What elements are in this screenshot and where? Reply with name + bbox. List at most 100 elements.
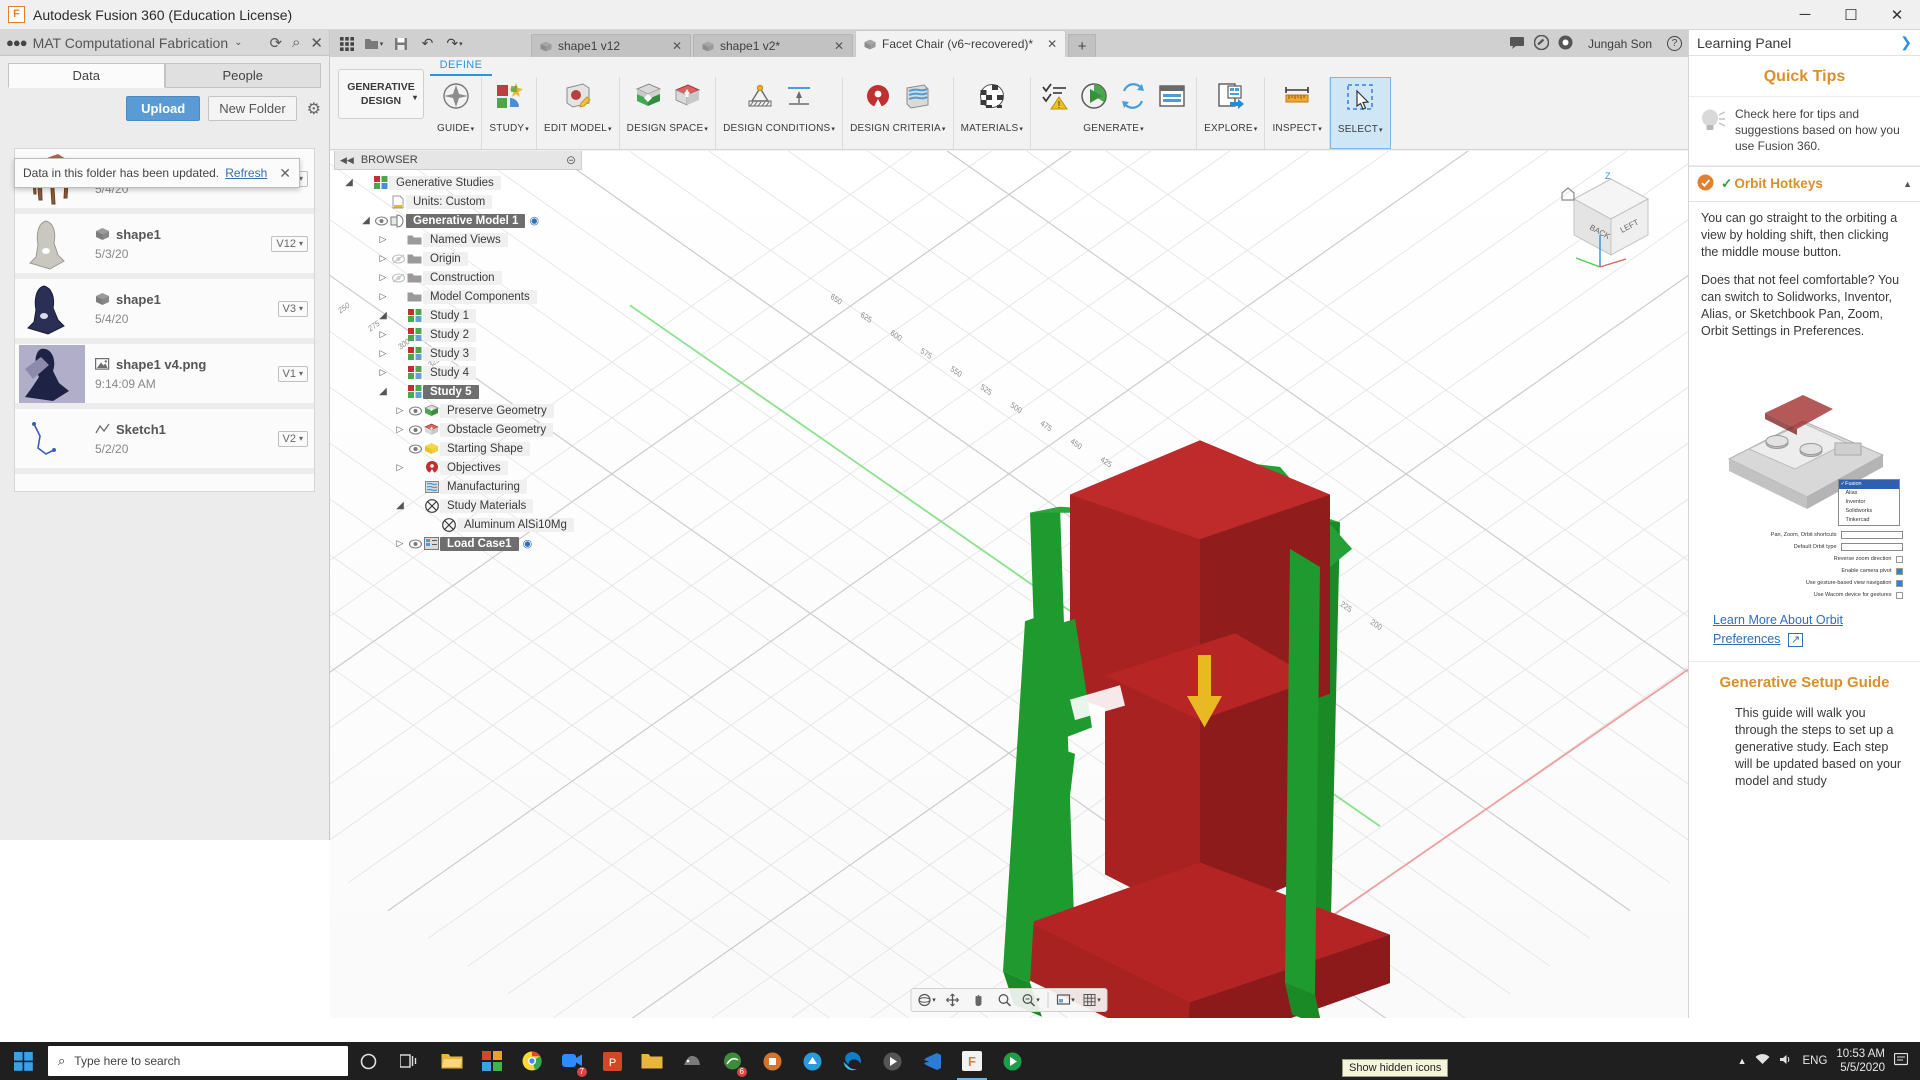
preferences-checkbox[interactable]	[1895, 591, 1903, 599]
taskbar-app-media-player[interactable]	[872, 1042, 912, 1080]
windows-start-button[interactable]	[0, 1042, 46, 1080]
expand-arrow-closed[interactable]: ▷	[376, 253, 390, 264]
close-tab-icon[interactable]: ✕	[1039, 37, 1057, 51]
expand-arrow-closed[interactable]: ▷	[376, 234, 390, 245]
ribbon-group-guide[interactable]: GUIDE▾	[430, 77, 483, 149]
ribbon-group-inspect[interactable]: INSPECT▾	[1265, 77, 1330, 149]
workspace-switcher-button[interactable]: GENERATIVE DESIGN ▾	[338, 69, 424, 119]
document-tab[interactable]: shape1 v12 ✕	[531, 34, 691, 57]
browser-tree-item[interactable]: ▷ Construction	[334, 268, 582, 287]
browser-tree-item[interactable]: ▷ Objectives	[334, 458, 582, 477]
expand-arrow-closed[interactable]: ▷	[376, 367, 390, 378]
taskbar-app-grasshopper[interactable]: 6	[712, 1042, 752, 1080]
show-hidden-icons-button[interactable]: ▲	[1738, 1056, 1747, 1066]
learn-more-line1[interactable]: Learn More About Orbit	[1713, 613, 1843, 627]
expand-arrow-closed[interactable]: ▷	[376, 348, 390, 359]
pan-icon[interactable]	[941, 990, 965, 1010]
taskbar-app-google-chrome[interactable]	[512, 1042, 552, 1080]
chevron-down-icon[interactable]: ▾	[942, 126, 946, 133]
job-status-icon[interactable]	[1155, 79, 1189, 113]
expand-arrow-closed[interactable]: ▷	[376, 272, 390, 283]
collapse-panel-icon[interactable]: ❯	[1900, 34, 1912, 51]
taskbar-app-cura[interactable]	[792, 1042, 832, 1080]
action-center-icon[interactable]	[1893, 1052, 1909, 1069]
user-name[interactable]: Jungah Son	[1582, 37, 1658, 51]
ribbon-group-edit-model[interactable]: EDIT MODEL▾	[537, 77, 620, 149]
expand-arrow-closed[interactable]: ▷	[393, 538, 407, 549]
search-icon[interactable]: ⌕	[292, 34, 300, 51]
maximize-button[interactable]: ☐	[1828, 0, 1874, 30]
orbit-hotkeys-header[interactable]: ✓ Orbit Hotkeys ▲	[1689, 166, 1920, 202]
explore-icon[interactable]	[1214, 79, 1248, 113]
dropdown-option[interactable]: ✓Fusion	[1838, 480, 1899, 489]
visibility-eye-icon[interactable]	[407, 443, 423, 454]
ribbon-group-select[interactable]: SELECT▾	[1329, 77, 1391, 149]
close-panel-icon[interactable]: ✕	[310, 34, 323, 52]
browser-tree-item[interactable]: Manufacturing	[334, 477, 582, 496]
task-view-icon[interactable]	[388, 1042, 428, 1080]
browser-tree-item[interactable]: ▷ Origin	[334, 249, 582, 268]
cad-viewport[interactable]: 650 625 600 575 550 525 500 475 450 425 …	[330, 151, 1688, 1018]
chevron-down-icon[interactable]: ⌄	[234, 37, 242, 48]
new-tab-button[interactable]: +	[1068, 34, 1097, 57]
taskbar-app-rhino[interactable]	[672, 1042, 712, 1080]
visibility-eye-icon[interactable]	[373, 215, 389, 226]
taskbar-app-vscode[interactable]	[912, 1042, 952, 1080]
taskbar-app-folder[interactable]	[632, 1042, 672, 1080]
ribbon-tab-define[interactable]: DEFINE	[430, 59, 492, 71]
upload-button[interactable]: Upload	[126, 96, 201, 121]
browser-tree-item[interactable]: ◢ Generative Model 1 ◉	[334, 211, 582, 230]
undo-icon[interactable]: ↶	[415, 33, 440, 55]
chevron-down-icon[interactable]: ▾	[413, 91, 417, 105]
expand-arrow-closed[interactable]: ▷	[393, 462, 407, 473]
expand-arrow-open[interactable]: ◢	[376, 310, 390, 321]
gear-icon[interactable]: ⚙	[307, 99, 321, 119]
chevron-down-icon[interactable]: ▾	[1379, 127, 1383, 134]
list-item[interactable]: shape1 5/3/20 V12 ▾	[15, 214, 314, 279]
orbit-icon[interactable]	[915, 990, 939, 1010]
browser-tree-item[interactable]: ◢ Study 5	[334, 382, 582, 401]
browser-tree-item[interactable]: ◢ Study Materials	[334, 496, 582, 515]
study-materials-icon[interactable]	[975, 79, 1009, 113]
list-item[interactable]: shape1 v4.png 9:14:09 AM V1 ▾	[15, 344, 314, 409]
browser-tree-item[interactable]: ◢ Generative Studies	[334, 173, 582, 192]
taskbar-app-zoom[interactable]: 7	[552, 1042, 592, 1080]
tree-item-badge[interactable]: ◉	[523, 537, 533, 550]
visibility-eye-icon[interactable]	[407, 538, 423, 549]
taskbar-app-edge[interactable]	[832, 1042, 872, 1080]
taskbar-search-box[interactable]: ⌕ Type here to search	[48, 1046, 348, 1076]
visibility-eye-off-icon[interactable]	[390, 253, 406, 264]
browser-tree-item[interactable]: ◢ Study 1	[334, 306, 582, 325]
browser-tree-item[interactable]: ▷ Model Components	[334, 287, 582, 306]
visibility-eye-icon[interactable]	[407, 424, 423, 435]
redo-icon[interactable]: ↷	[442, 33, 467, 55]
job-status-icon[interactable]	[1533, 34, 1550, 53]
tab-people[interactable]: People	[164, 63, 321, 88]
chevron-down-icon[interactable]: ▾	[525, 126, 529, 133]
generate-all-icon[interactable]	[1116, 79, 1150, 113]
list-item[interactable]: shape1 5/4/20 V3 ▾	[15, 279, 314, 344]
expand-arrow-closed[interactable]: ▷	[393, 424, 407, 435]
item-version-badge[interactable]: V2 ▾	[277, 430, 308, 447]
close-icon[interactable]: ✕	[279, 165, 291, 182]
expand-arrow-closed[interactable]: ▷	[393, 405, 407, 416]
dropdown-option[interactable]: Inventor	[1839, 498, 1899, 507]
view-cube[interactable]: BACK LEFT Z	[1556, 163, 1666, 273]
structural-loads-icon[interactable]	[782, 79, 816, 113]
chevron-down-icon[interactable]: ▾	[1254, 126, 1258, 133]
volume-icon[interactable]	[1779, 1053, 1793, 1069]
new-folder-button[interactable]: New Folder	[208, 96, 297, 121]
zoom-fit-icon[interactable]	[1019, 990, 1043, 1010]
manufacturing-icon[interactable]	[900, 79, 934, 113]
grid-apps-icon[interactable]	[334, 33, 359, 55]
browser-tree-item[interactable]: Aluminum AlSi10Mg	[334, 515, 582, 534]
browser-tree[interactable]: ◢ Generative Studies Units: Custom ◢ Gene…	[334, 170, 582, 553]
visibility-eye-off-icon[interactable]	[390, 272, 406, 283]
browser-tree-item[interactable]: Starting Shape	[334, 439, 582, 458]
zoom-icon[interactable]	[993, 990, 1017, 1010]
preferences-dropdown[interactable]	[1840, 531, 1903, 539]
expand-arrow-open[interactable]: ◢	[393, 500, 407, 511]
preferences-checkbox[interactable]	[1895, 555, 1903, 563]
taskbar-app-powerpoint[interactable]: P	[592, 1042, 632, 1080]
taskbar-app-fusion360[interactable]: F	[952, 1042, 992, 1080]
